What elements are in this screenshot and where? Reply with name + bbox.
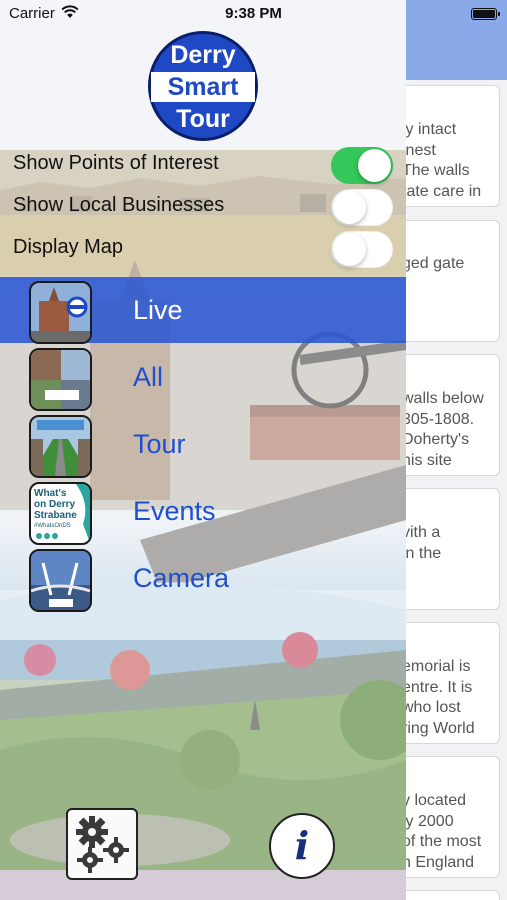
menu-label: Live — [133, 295, 183, 325]
local-businesses-switch[interactable] — [331, 189, 393, 226]
guildhall-thumbnail-image — [31, 283, 90, 342]
switch-knob — [358, 149, 391, 182]
tour-thumbnail — [29, 415, 92, 478]
menu-item-all[interactable]: All — [0, 344, 406, 411]
list-card[interactable]: ged gate — [395, 220, 500, 342]
live-thumbnail — [29, 281, 92, 344]
list-card[interactable] — [395, 890, 500, 900]
menu-item-tour[interactable]: Tour — [0, 411, 406, 478]
list-card-text: ly intact inest The walls tate care in — [402, 121, 482, 200]
toggle-display-map: Display Map — [0, 229, 406, 269]
list-card[interactable]: ly intact inest The walls tate care in — [395, 85, 500, 207]
list-card-text: y located ly 2000 of the most h England — [402, 792, 482, 871]
events-thumbnail-decoration — [36, 484, 90, 543]
list-card[interactable]: vith a in the — [395, 488, 500, 610]
toggle-label: Display Map — [13, 236, 124, 258]
list-card-text: emorial is entre. It is who lost ring Wo… — [402, 658, 475, 737]
toggle-label: Show Points of Interest — [13, 152, 219, 174]
menu-item-live[interactable]: Live — [0, 277, 406, 344]
list-card-text: walls below 305-1808. Doherty's his site — [402, 390, 484, 469]
list-card[interactable]: walls below 305-1808. Doherty's his site — [395, 354, 500, 476]
menu-label: Tour — [133, 429, 186, 459]
status-clock: 9:38 PM — [225, 5, 282, 22]
display-map-switch[interactable] — [331, 231, 393, 268]
info-button[interactable]: i — [269, 813, 335, 879]
peace-bridge-thumbnail-image — [31, 551, 90, 610]
info-icon: i — [294, 823, 310, 868]
switch-knob — [333, 233, 366, 266]
menu-label: Events — [133, 496, 216, 526]
list-card-text: vith a in the — [402, 524, 442, 562]
menu-label: All — [133, 362, 164, 392]
list-card-text: ged gate — [402, 255, 465, 272]
settings-button[interactable] — [66, 808, 138, 880]
logo-line: Tour — [176, 105, 230, 133]
list-card[interactable]: l emorial is entre. It is who lost ring … — [395, 622, 500, 744]
toggle-local-businesses: Show Local Businesses — [0, 187, 406, 227]
camera-thumbnail — [29, 549, 92, 612]
side-drawer: Carrier Derry Smart Tour Show Points of … — [0, 0, 406, 900]
points-of-interest-switch[interactable] — [331, 147, 393, 184]
menu-item-camera[interactable]: Camera — [0, 545, 406, 612]
menu-item-events[interactable]: What's on Derry Strabane #WhatsOnDS Even… — [0, 478, 406, 545]
all-thumbnail — [29, 348, 92, 411]
gears-icon — [76, 816, 129, 873]
switch-knob — [333, 191, 366, 224]
events-thumbnail: What's on Derry Strabane #WhatsOnDS — [29, 482, 92, 545]
toggle-points-of-interest: Show Points of Interest — [0, 145, 406, 185]
collage-thumbnail-image — [31, 350, 90, 409]
logo-line: Derry — [170, 41, 236, 69]
toggle-label: Show Local Businesses — [13, 194, 225, 216]
list-card[interactable]: y located ly 2000 of the most h England — [395, 756, 500, 878]
derry-smart-tour-logo: Derry Smart Tour — [148, 31, 258, 141]
walls-thumbnail-image — [31, 417, 90, 476]
menu-label: Camera — [133, 563, 230, 593]
logo-line: Smart — [167, 73, 239, 101]
